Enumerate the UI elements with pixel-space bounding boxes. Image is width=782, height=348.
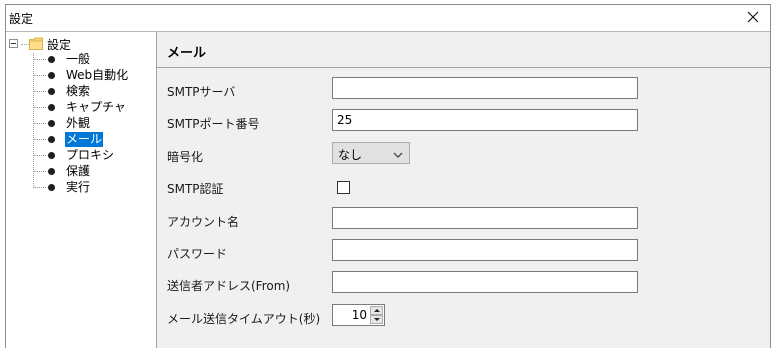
encryption-label: 暗号化 — [167, 150, 204, 164]
smtp-server-input[interactable] — [332, 77, 638, 99]
settings-window: 設定 設定 一般 Web自動化 検索 キャプチャ 外観 メール プロキシ 保護 … — [5, 4, 771, 348]
tree-item-label: 外観 — [66, 116, 91, 130]
bullet-icon — [48, 56, 55, 63]
tree-item-label: 検索 — [66, 84, 91, 98]
bullet-icon — [48, 136, 55, 143]
tree-item-label: 一般 — [66, 52, 91, 66]
tree-item-label: Web自動化 — [66, 68, 129, 82]
sender-address-input[interactable] — [332, 271, 638, 293]
tree-item-label: メール — [63, 131, 105, 148]
timeout-stepper[interactable]: 10 — [332, 304, 385, 326]
tree-connector — [21, 44, 29, 45]
encryption-select[interactable]: なし — [332, 142, 410, 164]
account-name-label: アカウント名 — [167, 215, 240, 229]
tree-item-label: 保護 — [66, 164, 91, 178]
account-name-input[interactable] — [332, 207, 638, 229]
bullet-icon — [48, 104, 55, 111]
spin-down-icon[interactable] — [370, 315, 383, 324]
smtp-port-input[interactable] — [332, 109, 638, 131]
sender-address-label: 送信者アドレス(From) — [167, 279, 291, 293]
smtp-port-label: SMTPポート番号 — [167, 117, 260, 131]
smtp-server-label: SMTPサーバ — [167, 85, 236, 99]
smtp-auth-checkbox[interactable] — [337, 181, 350, 194]
tree-item-label: プロキシ — [66, 148, 115, 162]
chevron-down-icon — [393, 148, 403, 158]
collapse-icon[interactable] — [9, 39, 18, 48]
encryption-value: なし — [338, 148, 363, 162]
tree-item-label: 実行 — [66, 180, 91, 194]
bullet-icon — [48, 72, 55, 79]
panel-title: メール — [167, 46, 207, 61]
timeout-label: メール送信タイムアウト(秒) — [167, 312, 321, 326]
tree-item-label: キャプチャ — [66, 100, 126, 114]
bullet-icon — [48, 88, 55, 95]
folder-icon — [29, 37, 43, 50]
close-icon[interactable] — [744, 8, 762, 26]
settings-tree: 設定 一般 Web自動化 検索 キャプチャ 外観 メール プロキシ 保護 実行 — [6, 31, 157, 348]
password-label: パスワード — [167, 247, 228, 261]
bullet-icon — [48, 152, 55, 159]
smtp-auth-label: SMTP認証 — [167, 182, 224, 196]
window-title: 設定 — [9, 12, 34, 26]
panel-header: メール — [157, 32, 770, 68]
password-input[interactable] — [332, 239, 638, 261]
tree-root-label: 設定 — [47, 38, 72, 52]
bullet-icon — [48, 168, 55, 175]
tree-connector — [33, 53, 34, 188]
mail-settings-panel: メール SMTPサーバ SMTPポート番号 暗号化 なし SMTP認証 アカウン… — [157, 31, 770, 348]
timeout-value: 10 — [351, 308, 367, 322]
spin-up-icon[interactable] — [370, 306, 383, 315]
bullet-icon — [48, 120, 55, 127]
title-bar: 設定 — [6, 5, 770, 31]
bullet-icon — [48, 184, 55, 191]
